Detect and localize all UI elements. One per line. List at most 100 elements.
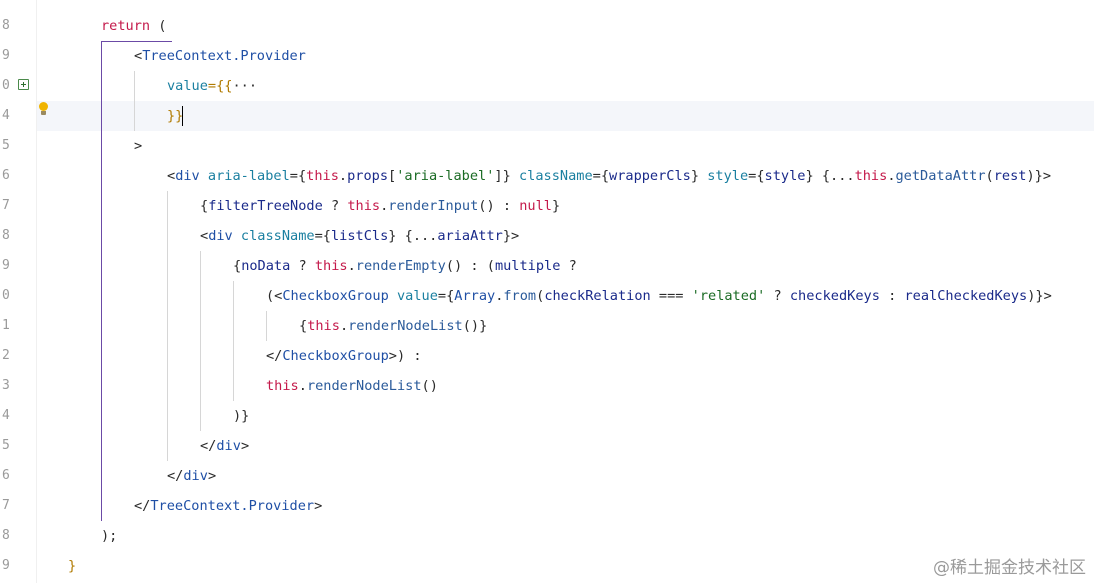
code-token: {: [233, 258, 242, 274]
code-token: 'related': [691, 288, 766, 304]
code-token: ?: [322, 198, 348, 214]
code-line: )}: [233, 401, 249, 431]
code-token: ={: [314, 228, 331, 244]
line-number: 9: [2, 48, 10, 63]
code-token: :: [879, 288, 905, 304]
code-line: {this.renderNodeList()}: [299, 311, 487, 341]
code-token: <: [200, 228, 209, 244]
code-token: )}>: [1026, 168, 1052, 184]
code-token: <: [167, 168, 176, 184]
code-token: </: [200, 438, 217, 454]
code-line: }: [68, 551, 76, 581]
code-token: ?: [765, 288, 790, 304]
current-line-highlight: [37, 101, 1094, 131]
code-token: renderEmpty: [355, 258, 446, 274]
indent-guide: [200, 251, 201, 431]
code-line: {filterTreeNode ? this.renderInput() : n…: [200, 191, 560, 221]
code-token: .: [887, 168, 896, 184]
line-number: 6: [2, 168, 10, 183]
code-token: return: [101, 18, 151, 34]
code-token: </: [134, 498, 151, 514]
code-token: .: [298, 378, 307, 394]
line-number: 8: [2, 18, 10, 33]
code-token: Array: [454, 288, 496, 304]
code-token: .: [338, 168, 348, 184]
code-token: 'aria-label': [396, 168, 495, 184]
code-line: value={{···: [167, 71, 257, 101]
indent-guide: [134, 71, 135, 131]
code-token: TreeContext.Provider: [142, 48, 306, 64]
code-token: (: [150, 18, 167, 34]
code-token: </: [266, 348, 283, 364]
code-token: noData: [241, 258, 291, 274]
code-token: (<: [266, 288, 283, 304]
line-number: 7: [2, 498, 10, 513]
code-token: >: [240, 438, 250, 454]
code-token: this: [307, 318, 340, 334]
code-line: </div>: [200, 431, 249, 461]
code-token: >) :: [388, 348, 422, 364]
line-number: 5: [2, 138, 10, 153]
indent-guide: [233, 281, 234, 401]
line-number: 4: [2, 408, 10, 423]
line-number: 9: [2, 258, 10, 273]
code-token: from: [503, 288, 537, 304]
code-token: realCheckedKeys: [904, 288, 1028, 304]
text-cursor: [182, 106, 183, 126]
indent-guide: [167, 191, 168, 461]
lightbulb-icon[interactable]: [38, 102, 48, 116]
code-token: () :: [478, 198, 520, 214]
code-token: ?: [560, 258, 577, 274]
code-token: this: [854, 168, 888, 184]
code-token: this: [314, 258, 348, 274]
code-token: value: [388, 288, 438, 304]
code-editor[interactable]: 8904567890123456789 return (<TreeContext…: [0, 0, 1094, 583]
code-line: >: [134, 131, 142, 161]
code-token: style: [764, 168, 806, 184]
code-line: this.renderNodeList(): [266, 371, 438, 401]
code-token: }: [690, 168, 700, 184]
code-token: </: [167, 468, 184, 484]
expand-fold-icon[interactable]: [18, 79, 29, 90]
code-line: <div className={listCls} {...ariaAttr}>: [200, 221, 519, 251]
code-token: CheckboxGroup: [282, 348, 389, 364]
lightbulb-base: [41, 111, 46, 115]
indent-guide: [266, 311, 267, 341]
code-token: (: [985, 168, 994, 184]
code-token: wrapperCls: [609, 168, 691, 184]
code-token: .: [339, 318, 349, 334]
code-token: );: [101, 528, 118, 544]
code-token: div: [208, 228, 233, 244]
code-line: </CheckboxGroup>) :: [266, 341, 422, 371]
code-token: [: [388, 168, 397, 184]
code-token: checkRelation: [544, 288, 651, 304]
code-token: props: [347, 168, 389, 184]
code-token: style: [699, 168, 749, 184]
line-number: 0: [2, 78, 10, 93]
code-token: )}>: [1027, 288, 1052, 304]
code-token: ?: [290, 258, 315, 274]
line-number: 2: [2, 348, 10, 363]
code-token: (): [421, 378, 438, 394]
code-token: ={{: [207, 78, 233, 94]
code-line: (<CheckboxGroup value={Array.from(checkR…: [266, 281, 1052, 311]
code-token: checkedKeys: [789, 288, 880, 304]
code-token: ={: [748, 168, 765, 184]
active-scope-guide: [101, 41, 102, 521]
code-token: CheckboxGroup: [282, 288, 389, 304]
code-token: {: [200, 198, 209, 214]
line-number: 1: [2, 318, 10, 333]
line-number: 5: [2, 438, 10, 453]
code-token: div: [183, 468, 208, 484]
code-token: this: [266, 378, 299, 394]
code-token: } {...: [805, 168, 855, 184]
code-token: rest: [993, 168, 1027, 184]
line-number: 8: [2, 528, 10, 543]
code-line: <TreeContext.Provider: [134, 41, 306, 71]
code-token: div: [175, 168, 200, 184]
code-token: renderNodeList: [306, 378, 422, 394]
line-number: 3: [2, 378, 10, 393]
code-token: renderNodeList: [348, 318, 463, 334]
line-number: 6: [2, 468, 10, 483]
code-token: () : (: [445, 258, 495, 274]
